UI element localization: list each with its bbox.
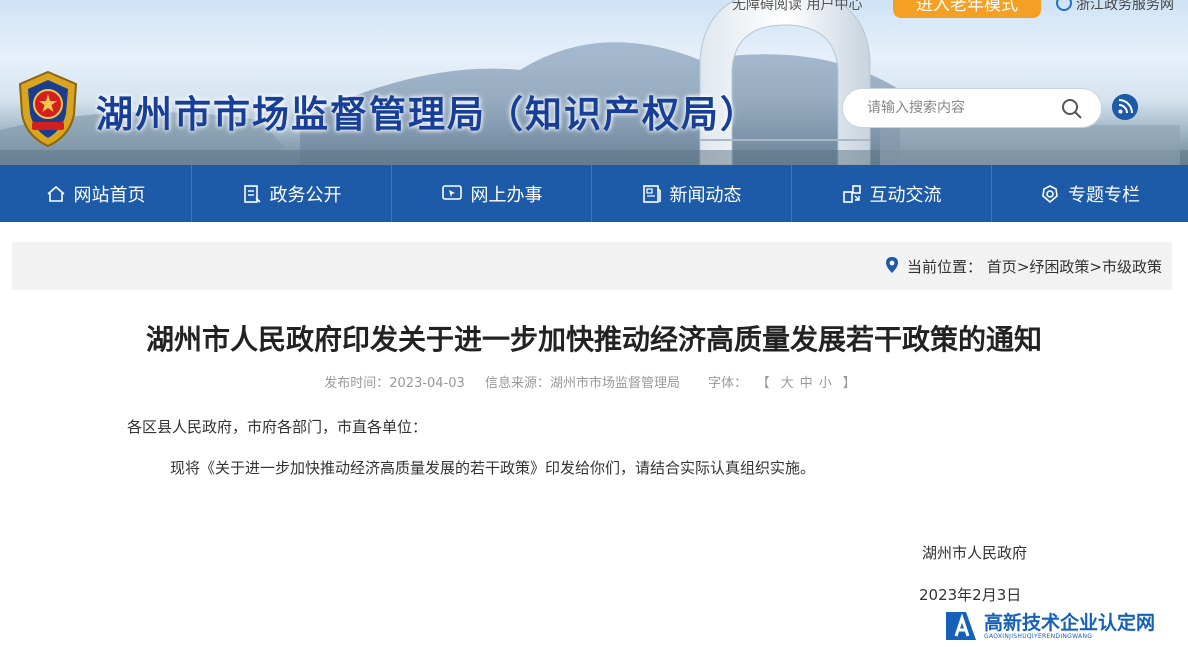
breadcrumb-home[interactable]: 首页 — [987, 258, 1017, 276]
news-icon — [642, 184, 661, 203]
rss-icon[interactable] — [1112, 94, 1138, 120]
watermark-title: 高新技术企业认定网 — [984, 612, 1156, 634]
nav-item-label: 网上办事 — [470, 184, 543, 206]
site-header: 无障碍阅读 用户中心 进入老年模式 浙江政务服务网 湖州市市场监督管理局（知识产… — [0, 0, 1188, 165]
article-signature: 湖州市人民政府 — [922, 544, 1028, 562]
article-meta: 发布时间：2023-04-03 信息来源：湖州市市场监督管理局 字体： 【大中小】 — [0, 372, 1188, 391]
publish-time: 发布时间：2023-04-03 — [324, 376, 465, 391]
font-size-label: 字体： — [708, 376, 748, 391]
info-source: 信息来源：湖州市市场监督管理局 — [484, 376, 680, 391]
watermark-logo-icon — [946, 612, 976, 640]
document-icon — [243, 184, 261, 203]
nav-item-special-topics[interactable]: 专题专栏 — [992, 165, 1188, 222]
watermark-subtitle: GAOXINJISHUQIYERENDINGWANG — [984, 633, 1093, 640]
font-large-button[interactable]: 大 — [781, 376, 794, 391]
location-pin-icon — [886, 257, 898, 273]
nav-item-label: 专题专栏 — [1068, 184, 1140, 206]
breadcrumb-separator: > — [1089, 258, 1102, 276]
gear-badge-icon — [1042, 184, 1058, 203]
elder-mode-button[interactable]: 进入老年模式 — [893, 0, 1041, 18]
watermark: 高新技术企业认定网 GAOXINJISHUQIYERENDINGWANG — [942, 606, 1188, 647]
breadcrumb: 当前位置： 首页>纾困政策>市级政策 — [885, 256, 1162, 277]
breadcrumb-separator: > — [1016, 258, 1030, 276]
nav-item-home[interactable]: 网站首页 — [0, 165, 192, 222]
breadcrumb-prefix: 当前位置： — [907, 258, 983, 276]
gov-service-icon — [1056, 0, 1072, 11]
nav-item-interaction[interactable]: 互动交流 — [792, 165, 992, 222]
article-date: 2023年2月3日 — [919, 586, 1022, 604]
search-icon[interactable] — [1061, 98, 1083, 120]
breadcrumb-bar: 当前位置： 首页>纾困政策>市级政策 — [12, 242, 1172, 290]
site-title: 湖州市市场监督管理局（知识产权局） — [96, 93, 759, 136]
nav-item-label: 网站首页 — [73, 184, 146, 206]
header-banner-image — [0, 0, 1188, 165]
font-medium-button[interactable]: 中 — [800, 376, 813, 391]
nav-item-online-service[interactable]: 网上办事 — [392, 165, 592, 222]
nav-item-gov-affairs[interactable]: 政务公开 — [192, 165, 392, 222]
nav-item-label: 新闻动态 — [669, 184, 742, 206]
gov-service-link[interactable]: 浙江政务服务网 — [1056, 0, 1174, 14]
search-box — [842, 88, 1102, 128]
main-nav: 网站首页 政务公开 网上办事 新闻动态 互动交流 专题专栏 — [0, 165, 1188, 222]
font-small-button[interactable]: 小 — [819, 376, 832, 391]
search-input[interactable] — [867, 98, 1057, 118]
home-icon — [46, 185, 65, 202]
nav-item-label: 互动交流 — [869, 184, 942, 206]
police-badge-emblem-icon — [18, 70, 78, 148]
article-salutation: 各区县人民政府，市府各部门，市直各单位： — [127, 418, 428, 436]
article-title: 湖州市人民政府印发关于进一步加快推动经济高质量发展若干政策的通知 — [145, 323, 1042, 356]
cursor-screen-icon — [441, 184, 462, 200]
font-bracket-open: 【 — [763, 376, 770, 391]
nav-item-label: 政务公开 — [269, 184, 342, 206]
font-size-control: 字体： 【大中小】 — [700, 376, 864, 391]
article-body: 现将《关于进一步加快推动经济高质量发展的若干政策》印发给你们，请结合实际认真组织… — [170, 459, 816, 477]
gov-service-label: 浙江政务服务网 — [1076, 0, 1174, 13]
nav-item-news[interactable]: 新闻动态 — [592, 165, 792, 222]
top-links[interactable]: 无障碍阅读 用户中心 — [732, 0, 862, 14]
breadcrumb-relief-policy[interactable]: 纾困政策 — [1029, 258, 1089, 276]
font-bracket-close: 】 — [842, 376, 856, 391]
interaction-icon — [842, 184, 861, 203]
breadcrumb-city-policy[interactable]: 市级政策 — [1102, 258, 1162, 276]
